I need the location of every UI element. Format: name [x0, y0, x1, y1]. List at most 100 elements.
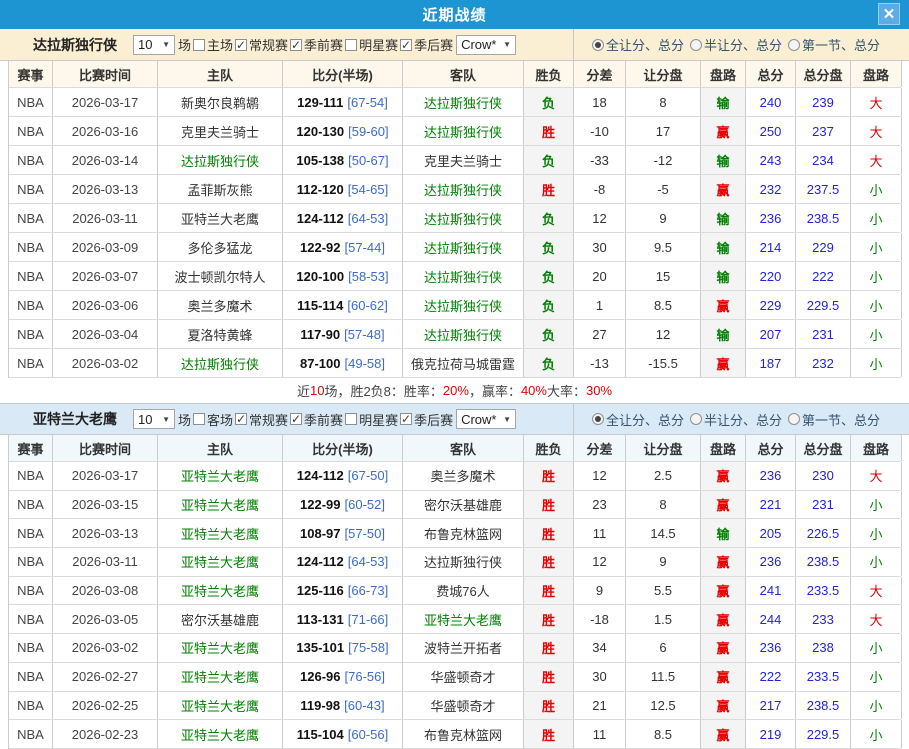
away-team-cell: 达拉斯独行侠: [403, 204, 524, 232]
score-cell: 122-99[60-52]: [283, 491, 403, 519]
checkbox-label: 常规赛: [249, 35, 288, 54]
final-score: 129-111: [297, 95, 343, 110]
over-under-cell: 小: [851, 663, 902, 691]
radio-unselected-icon[interactable]: [690, 39, 702, 51]
half-score: [76-56]: [345, 669, 385, 684]
handicap-result-cell: 赢: [701, 605, 746, 633]
handicap-cell: 15: [626, 262, 701, 290]
away-team-cell: 布鲁克林篮网: [403, 720, 524, 748]
checkbox-checked-icon[interactable]: ✓: [235, 39, 247, 51]
close-button[interactable]: ✕: [878, 3, 900, 25]
diff-cell: -33: [574, 146, 626, 174]
odds-source-select[interactable]: Crow* ▼: [456, 409, 516, 429]
date-cell: 2026-03-11: [53, 548, 158, 576]
handicap-result-cell: 输: [701, 262, 746, 290]
league-cell: NBA: [9, 320, 53, 348]
radio-unselected-icon[interactable]: [690, 413, 702, 425]
filter-checkbox-item: ✓季后赛: [399, 35, 454, 54]
diff-cell: 27: [574, 320, 626, 348]
radio-unselected-icon[interactable]: [788, 39, 800, 51]
checkbox-checked-icon[interactable]: ✓: [290, 413, 302, 425]
total-cell: 240: [746, 88, 796, 116]
over-under-cell: 小: [851, 233, 902, 261]
league-cell: NBA: [9, 634, 53, 662]
final-score: 117-90: [300, 327, 340, 342]
league-cell: NBA: [9, 605, 53, 633]
home-team-cell: 多伦多猛龙: [158, 233, 283, 261]
score-cell: 108-97[57-50]: [283, 519, 403, 547]
diff-cell: -13: [574, 349, 626, 377]
checkbox-checked-icon[interactable]: ✓: [400, 413, 412, 425]
league-cell: NBA: [9, 291, 53, 319]
over-under-cell: 大: [851, 88, 902, 116]
result-cell: 负: [524, 88, 574, 116]
handicap-result-cell: 赢: [701, 291, 746, 319]
column-header: 让分盘: [626, 61, 701, 87]
result-cell: 胜: [524, 634, 574, 662]
radio-selected-icon[interactable]: [592, 413, 604, 425]
score-cell: 112-120[54-65]: [283, 175, 403, 203]
league-cell: NBA: [9, 462, 53, 490]
radio-selected-icon[interactable]: [592, 39, 604, 51]
handicap-result-cell: 赢: [701, 548, 746, 576]
home-team-cell: 亚特兰大老鹰: [158, 692, 283, 720]
date-cell: 2026-03-07: [53, 262, 158, 290]
games-count-select[interactable]: 10 ▼: [133, 409, 175, 429]
score-cell: 115-114[60-62]: [283, 291, 403, 319]
checkbox-checked-icon[interactable]: ✓: [235, 413, 247, 425]
over-under-cell: 小: [851, 291, 902, 319]
away-team-cell: 奥兰多魔术: [403, 462, 524, 490]
table-header-row: 赛事比赛时间主队比分(半场)客队胜负分差让分盘盘路总分总分盘盘路: [9, 61, 901, 88]
handicap-cell: 8: [626, 88, 701, 116]
odds-source-select[interactable]: Crow* ▼: [456, 35, 516, 55]
away-team-cell: 费城76人: [403, 577, 524, 605]
date-cell: 2026-03-08: [53, 577, 158, 605]
score-cell: 115-104[60-56]: [283, 720, 403, 748]
total-line-cell: 238.5: [796, 548, 851, 576]
checkbox-unchecked-icon[interactable]: [193, 39, 205, 51]
over-under-cell: 小: [851, 720, 902, 748]
table-row: NBA2026-03-06奥兰多魔术115-114[60-62]达拉斯独行侠负1…: [9, 291, 901, 320]
home-team-cell: 亚特兰大老鹰: [158, 663, 283, 691]
checkbox-unchecked-icon[interactable]: [345, 39, 357, 51]
away-team-cell: 达拉斯独行侠: [403, 320, 524, 348]
checkbox-unchecked-icon[interactable]: [345, 413, 357, 425]
column-header: 赛事: [9, 61, 53, 87]
column-header: 分差: [574, 61, 626, 87]
handicap-cell: 6: [626, 634, 701, 662]
home-team-cell: 亚特兰大老鹰: [158, 577, 283, 605]
filter-checkbox-item: ✓常规赛: [234, 410, 289, 429]
league-cell: NBA: [9, 204, 53, 232]
checkbox-checked-icon[interactable]: ✓: [290, 39, 302, 51]
league-cell: NBA: [9, 117, 53, 145]
close-icon: ✕: [883, 7, 896, 22]
diff-cell: 30: [574, 233, 626, 261]
handicap-result-cell: 赢: [701, 663, 746, 691]
checkbox-unchecked-icon[interactable]: [193, 413, 205, 425]
radio-unselected-icon[interactable]: [788, 413, 800, 425]
over-under-cell: 小: [851, 320, 902, 348]
checkbox-checked-icon[interactable]: ✓: [400, 39, 412, 51]
checkbox-label: 季后赛: [414, 35, 453, 54]
home-team-cell: 亚特兰大老鹰: [158, 204, 283, 232]
date-cell: 2026-02-25: [53, 692, 158, 720]
score-cell: 124-112[64-53]: [283, 204, 403, 232]
checkbox-label: 季前赛: [304, 410, 343, 429]
diff-cell: 12: [574, 548, 626, 576]
score-cell: 129-111[67-54]: [283, 88, 403, 116]
score-cell: 124-112[64-53]: [283, 548, 403, 576]
total-line-cell: 233.5: [796, 577, 851, 605]
results-table-mavericks: 赛事比赛时间主队比分(半场)客队胜负分差让分盘盘路总分总分盘盘路NBA2026-…: [8, 61, 901, 378]
column-header: 比赛时间: [53, 61, 158, 87]
league-cell: NBA: [9, 262, 53, 290]
handicap-result-cell: 输: [701, 204, 746, 232]
final-score: 120-100: [296, 269, 344, 284]
table-row: NBA2026-03-15亚特兰大老鹰122-99[60-52]密尔沃基雄鹿胜2…: [9, 491, 901, 520]
over-under-cell: 大: [851, 462, 902, 490]
league-cell: NBA: [9, 720, 53, 748]
filter-checkbox-item: 明星赛: [344, 35, 399, 54]
total-line-cell: 238.5: [796, 692, 851, 720]
away-team-cell: 华盛顿奇才: [403, 692, 524, 720]
summary-segment: 30%: [586, 383, 612, 398]
games-count-select[interactable]: 10 ▼: [133, 35, 175, 55]
